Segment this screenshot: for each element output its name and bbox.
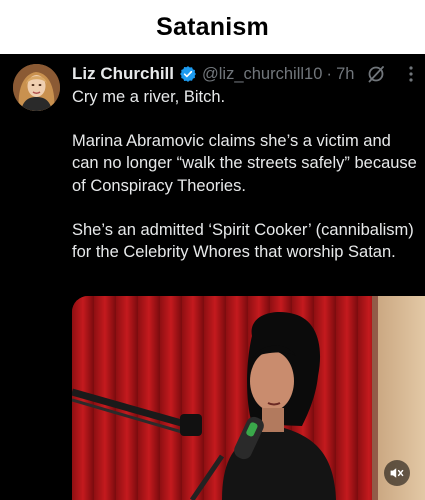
tweet-paragraph: Marina Abramovic claims she’s a victim a… (72, 132, 417, 195)
timestamp[interactable]: 7h (336, 65, 354, 84)
more-vertical-icon[interactable] (407, 65, 415, 83)
author-name[interactable]: Liz Churchill (72, 64, 174, 84)
avatar[interactable] (13, 64, 60, 111)
tweet-text: Cry me a river, Bitch. Marina Abramovic … (72, 86, 417, 263)
tweet[interactable]: Liz Churchill @liz_churchill10 · 7h Cry … (0, 54, 425, 500)
page-title-bar: Satanism (0, 0, 425, 54)
tweet-paragraph: She’s an admitted ‘Spirit Cooker’ (canni… (72, 220, 414, 262)
tweet-header: Liz Churchill @liz_churchill10 · 7h (72, 62, 417, 86)
tweet-video[interactable] (72, 296, 425, 500)
tweet-paragraph: Cry me a river, Bitch. (72, 88, 226, 106)
mute-button[interactable] (384, 460, 410, 486)
author-handle[interactable]: @liz_churchill10 (202, 65, 322, 84)
video-frame (72, 296, 425, 500)
slashed-circle-icon[interactable] (366, 64, 386, 84)
speaker-muted-icon (390, 468, 404, 478)
verified-badge-icon (179, 65, 197, 83)
page-title: Satanism (156, 12, 269, 41)
separator-dot: · (326, 64, 333, 83)
